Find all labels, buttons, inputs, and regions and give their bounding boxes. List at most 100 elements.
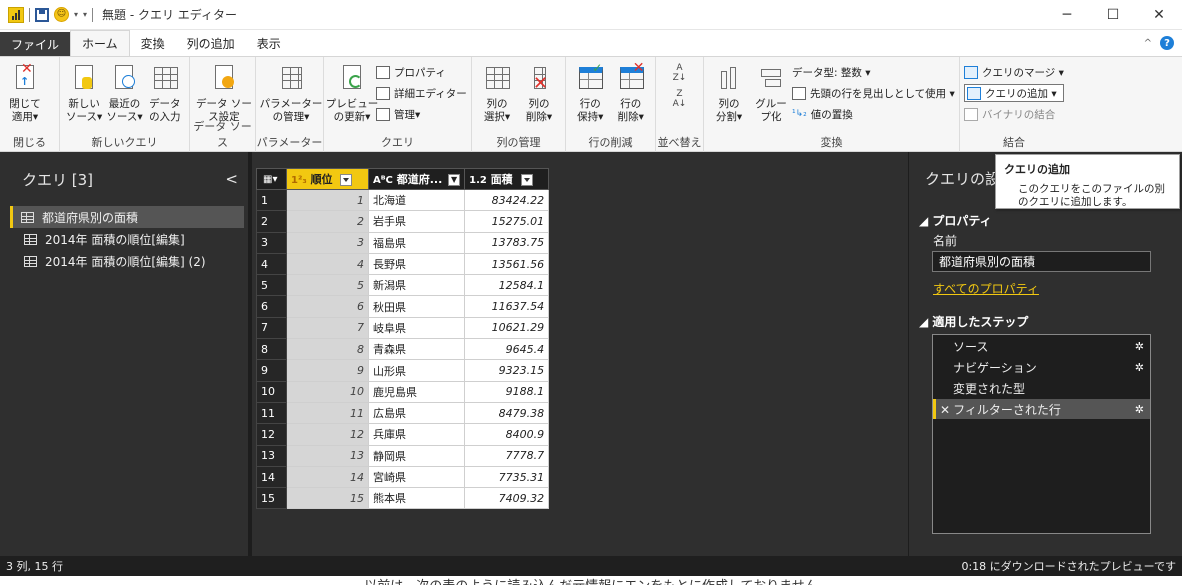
cell-rank[interactable]: 5 xyxy=(286,274,369,297)
tab-file[interactable]: ファイル xyxy=(0,32,71,56)
cell-prefecture[interactable]: 秋田県 xyxy=(367,295,466,318)
minimize-button[interactable]: ─ xyxy=(1044,0,1090,30)
cell-area[interactable]: 7735.31 xyxy=(464,465,550,489)
cell-area[interactable]: 13783.75 xyxy=(464,231,550,254)
table-row[interactable]: 12 12 兵庫県 8400.9 xyxy=(256,423,550,446)
row-number[interactable]: 15 xyxy=(256,487,287,510)
row-number[interactable]: 3 xyxy=(256,231,287,254)
row-number[interactable]: 10 xyxy=(256,380,287,403)
combine-binaries-button[interactable]: バイナリの結合 xyxy=(964,105,1064,123)
table-row[interactable]: 8 8 青森県 9645.4 xyxy=(256,338,550,361)
cell-prefecture[interactable]: 長野県 xyxy=(367,252,466,276)
column-header-prefecture[interactable]: AᴮC 都道府... ▼ xyxy=(367,168,466,190)
maximize-button[interactable]: ☐ xyxy=(1090,0,1136,30)
step-item[interactable]: ナビゲーション ✲ xyxy=(933,357,1150,377)
table-row[interactable]: 4 4 長野県 13561.56 xyxy=(256,252,550,276)
cell-rank[interactable]: 3 xyxy=(286,231,369,254)
all-properties-link[interactable]: すべてのプロパティ xyxy=(933,280,1039,297)
table-row[interactable]: 15 15 熊本県 7409.32 xyxy=(256,487,550,510)
type-integer-icon[interactable]: 1²₃ xyxy=(291,175,307,186)
cell-prefecture[interactable]: 静岡県 xyxy=(367,444,466,467)
cell-rank[interactable]: 2 xyxy=(286,210,369,233)
cell-rank[interactable]: 12 xyxy=(286,423,369,446)
data-type-dropdown[interactable]: データ型: 整数 ▾ xyxy=(792,63,955,81)
cell-area[interactable]: 10621.29 xyxy=(464,316,550,340)
replace-values-button[interactable]: ¹↳₂ 値の置換 xyxy=(792,105,955,123)
sort-ascending-icon[interactable]: A Z↓ xyxy=(672,63,688,83)
cell-prefecture[interactable]: 兵庫県 xyxy=(367,423,466,446)
tab-view[interactable]: 表示 xyxy=(246,30,292,56)
table-menu-button[interactable]: ▦▾ xyxy=(256,168,287,190)
cell-rank[interactable]: 15 xyxy=(286,487,369,510)
filter-applied-icon[interactable]: ▼ xyxy=(448,174,461,186)
type-text-icon[interactable]: AᴮC xyxy=(373,175,393,186)
tab-add-column[interactable]: 列の追加 xyxy=(176,30,246,56)
tab-transform[interactable]: 変換 xyxy=(130,30,176,56)
cell-rank[interactable]: 9 xyxy=(286,359,369,382)
row-number[interactable]: 5 xyxy=(256,274,287,297)
table-row[interactable]: 3 3 福島県 13783.75 xyxy=(256,231,550,254)
close-button[interactable]: ✕ xyxy=(1136,0,1182,30)
step-item[interactable]: ソース ✲ xyxy=(933,336,1150,356)
cell-area[interactable]: 13561.56 xyxy=(464,252,550,276)
cell-prefecture[interactable]: 宮崎県 xyxy=(367,465,466,489)
cell-area[interactable]: 11637.54 xyxy=(464,295,550,318)
column-header-rank[interactable]: 1²₃ 順位 xyxy=(286,168,369,190)
collapse-ribbon-icon[interactable]: ^ xyxy=(1144,38,1152,49)
row-number[interactable]: 2 xyxy=(256,210,287,233)
row-number[interactable]: 7 xyxy=(256,316,287,340)
row-number[interactable]: 13 xyxy=(256,444,287,467)
tab-home[interactable]: ホーム xyxy=(70,30,130,56)
cell-rank[interactable]: 14 xyxy=(286,465,369,489)
query-item[interactable]: 2014年 面積の順位[編集] (2) xyxy=(10,250,244,272)
row-number[interactable]: 12 xyxy=(256,423,287,446)
cell-rank[interactable]: 7 xyxy=(286,316,369,340)
table-row[interactable]: 11 11 広島県 8479.38 xyxy=(256,401,550,425)
cell-rank[interactable]: 11 xyxy=(286,401,369,425)
gear-icon[interactable]: ✲ xyxy=(1135,361,1144,374)
merge-queries-button[interactable]: クエリのマージ ▾ xyxy=(964,63,1064,81)
append-queries-button[interactable]: クエリの追加 ▾ xyxy=(964,84,1064,102)
cell-prefecture[interactable]: 熊本県 xyxy=(367,487,466,510)
cell-prefecture[interactable]: 岐阜県 xyxy=(367,316,466,340)
filter-dropdown-icon[interactable] xyxy=(520,174,533,186)
cell-prefecture[interactable]: 山形県 xyxy=(367,359,466,382)
collapse-panel-button[interactable]: < xyxy=(225,170,238,188)
cell-rank[interactable]: 13 xyxy=(286,444,369,467)
table-row[interactable]: 7 7 岐阜県 10621.29 xyxy=(256,316,550,340)
cell-prefecture[interactable]: 北海道 xyxy=(367,188,466,212)
help-icon[interactable]: ? xyxy=(1160,36,1174,50)
cell-area[interactable]: 7409.32 xyxy=(464,487,550,510)
cell-area[interactable]: 83424.22 xyxy=(464,188,550,212)
row-number[interactable]: 1 xyxy=(256,188,287,212)
cell-prefecture[interactable]: 福島県 xyxy=(367,231,466,254)
advanced-editor-button[interactable]: 詳細エディター xyxy=(376,84,467,102)
applied-steps-section-header[interactable]: ◢ 適用したステップ xyxy=(919,313,1028,330)
filter-dropdown-icon[interactable] xyxy=(340,174,353,186)
row-number[interactable]: 14 xyxy=(256,465,287,489)
cell-area[interactable]: 9188.1 xyxy=(464,380,550,403)
gear-icon[interactable]: ✲ xyxy=(1135,340,1144,353)
chevron-down-icon[interactable]: ▾ xyxy=(74,10,78,19)
cell-area[interactable]: 9323.15 xyxy=(464,359,550,382)
cell-prefecture[interactable]: 青森県 xyxy=(367,338,466,361)
cell-prefecture[interactable]: 新潟県 xyxy=(367,274,466,297)
cell-rank[interactable]: 4 xyxy=(286,252,369,276)
row-number[interactable]: 4 xyxy=(256,252,287,276)
step-item[interactable]: 変更された型 xyxy=(933,378,1150,398)
query-item[interactable]: 2014年 面積の順位[編集] xyxy=(10,228,244,250)
query-item[interactable]: 都道府県別の面積 xyxy=(10,206,244,228)
cell-prefecture[interactable]: 岩手県 xyxy=(367,210,466,233)
column-header-area[interactable]: 1.2 面積 xyxy=(464,168,550,190)
cell-area[interactable]: 8479.38 xyxy=(464,401,550,425)
sort-descending-icon[interactable]: Z A↓ xyxy=(672,89,688,109)
properties-section-header[interactable]: ◢ プロパティ xyxy=(919,212,992,229)
cell-rank[interactable]: 6 xyxy=(286,295,369,318)
cell-rank[interactable]: 10 xyxy=(286,380,369,403)
properties-button[interactable]: プロパティ xyxy=(376,63,467,81)
manage-query-button[interactable]: 管理▾ xyxy=(376,105,467,123)
cell-prefecture[interactable]: 鹿児島県 xyxy=(367,380,466,403)
smile-feedback-icon[interactable]: ☺ xyxy=(54,7,69,22)
table-row[interactable]: 10 10 鹿児島県 9188.1 xyxy=(256,380,550,403)
gear-icon[interactable]: ✲ xyxy=(1135,403,1144,416)
